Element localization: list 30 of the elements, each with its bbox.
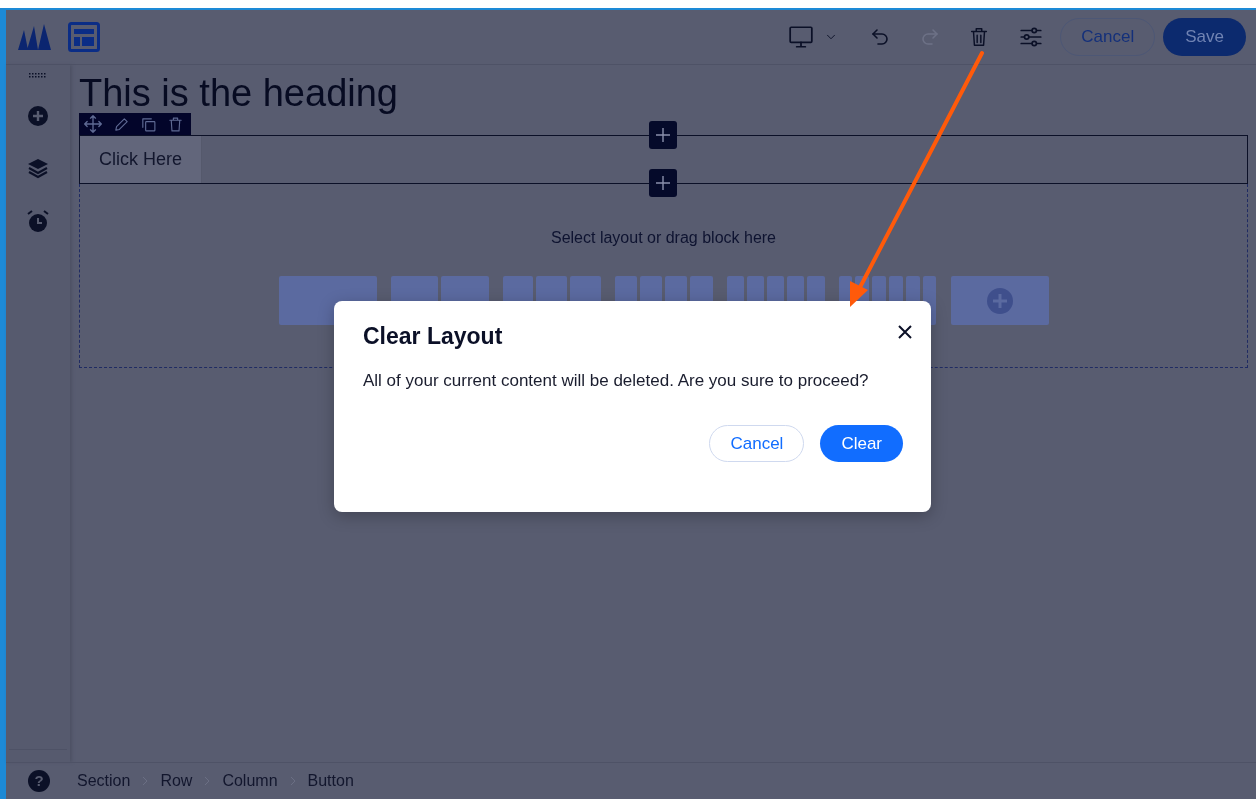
help-button[interactable]: ? [28,769,50,792]
breadcrumb-item[interactable]: Row [160,769,193,793]
breadcrumb-item[interactable]: Button [307,769,354,793]
save-button[interactable]: Save [1163,18,1246,56]
dialog-message: All of your current content will be deleted. Are you sure to proceed? [363,369,870,392]
breadcrumb-item[interactable]: Column [222,769,278,793]
pencil-icon[interactable] [113,115,130,133]
click-here-button[interactable]: Click Here [80,136,202,183]
dialog-title: Clear Layout [363,323,504,351]
breadcrumb-item[interactable]: Section [77,769,131,793]
add-icon[interactable] [27,105,49,127]
plus-icon [654,127,671,143]
clear-button[interactable]: Clear [820,424,903,463]
layout-icon[interactable] [68,22,100,52]
drag-handle-icon[interactable] [29,73,47,79]
plus-circle-icon [985,286,1014,315]
trash-icon[interactable] [167,115,184,133]
move-icon[interactable] [83,114,103,134]
plus-icon [654,175,671,191]
copy-icon[interactable] [140,115,157,133]
alarm-clock-icon[interactable] [27,209,49,233]
add-row-button[interactable] [648,169,677,197]
monitor-icon[interactable] [788,24,815,50]
page-heading: This is the heading [79,73,399,113]
logo-icon [18,24,52,50]
cancel-button[interactable]: Cancel [709,424,805,463]
add-section-button[interactable] [648,121,677,149]
drop-hint: Select layout or drag block here [551,228,776,248]
layers-icon[interactable] [27,157,49,179]
close-icon [897,323,913,340]
